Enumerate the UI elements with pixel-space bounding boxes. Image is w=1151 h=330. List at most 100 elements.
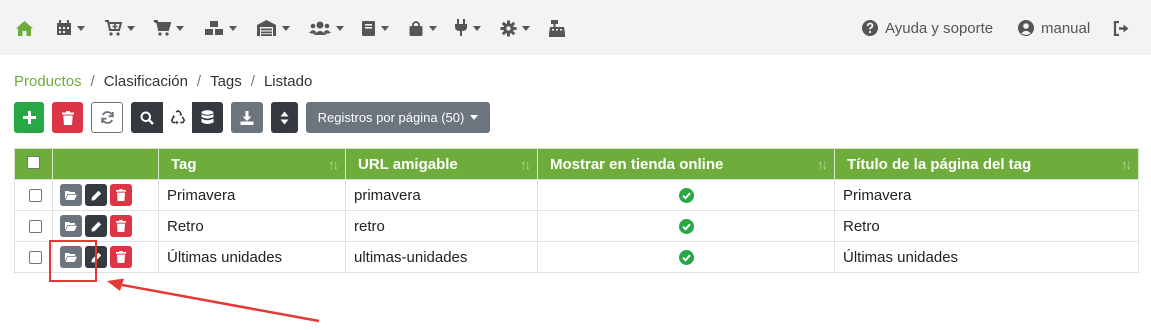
- column-header-tag[interactable]: Tag ↑↓: [158, 148, 346, 180]
- users-icon: [309, 21, 331, 35]
- online-cell: [537, 179, 835, 211]
- cog-icon: [500, 20, 517, 36]
- contacts-menu[interactable]: [309, 18, 344, 38]
- records-per-page-dropdown[interactable]: Registros por página (50): [306, 102, 490, 133]
- sort-arrows-icon: ↑↓: [328, 157, 339, 172]
- column-header-url[interactable]: URL amigable ↑↓: [345, 148, 538, 180]
- view-button[interactable]: [60, 215, 82, 237]
- table-header-row: Tag ↑↓ URL amigable ↑↓ Mostrar en tienda…: [14, 148, 1139, 180]
- plus-icon: [22, 111, 36, 124]
- plugins-menu[interactable]: [454, 18, 481, 38]
- check-circle-icon: [678, 249, 694, 265]
- chevron-down-icon: [229, 25, 237, 31]
- user-menu[interactable]: manual: [1018, 17, 1090, 39]
- question-circle-icon: [862, 20, 878, 36]
- breadcrumb-separator: /: [196, 73, 202, 90]
- help-link[interactable]: Ayuda y soporte: [862, 17, 993, 39]
- tags-table: Tag ↑↓ URL amigable ↑↓ Mostrar en tienda…: [14, 148, 1139, 273]
- table-row: Primavera primavera Primavera: [14, 179, 1139, 211]
- add-button[interactable]: [14, 102, 44, 133]
- sort-arrows-icon: ↑↓: [817, 157, 828, 172]
- url-cell: primavera: [345, 179, 538, 211]
- breadcrumb-products[interactable]: Productos: [14, 73, 82, 90]
- trash-icon: [116, 220, 126, 232]
- url-cell: retro: [345, 210, 538, 242]
- shopping-bag-icon: [409, 20, 423, 36]
- breadcrumb: Productos / Clasificación / Tags / Lista…: [14, 73, 312, 90]
- stock-menu[interactable]: [204, 18, 237, 38]
- column-header-label: Tag: [171, 155, 197, 173]
- select-all-checkbox[interactable]: [27, 155, 40, 169]
- refresh-button[interactable]: [91, 102, 123, 133]
- top-navbar: Ayuda y soporte manual: [0, 0, 1151, 55]
- breadcrumb-separator: /: [90, 73, 95, 90]
- accounting-menu[interactable]: [361, 18, 389, 38]
- download-button[interactable]: [231, 102, 263, 133]
- book-icon: [362, 20, 375, 36]
- edit-button[interactable]: [85, 184, 107, 206]
- check-circle-icon: [678, 187, 694, 203]
- settings-menu[interactable]: [500, 18, 530, 38]
- database-button[interactable]: [192, 102, 223, 133]
- row-actions-cell: [52, 210, 159, 242]
- pos-menu[interactable]: [548, 18, 566, 38]
- chevron-down-icon: [473, 25, 481, 31]
- chevron-down-icon: [127, 25, 135, 31]
- view-button[interactable]: [60, 184, 82, 206]
- pencil-icon: [91, 221, 101, 231]
- url-cell: ultimas-unidades: [345, 241, 538, 273]
- row-checkbox[interactable]: [29, 220, 42, 234]
- purchase-menu[interactable]: [104, 18, 135, 38]
- refresh-icon: [100, 111, 114, 124]
- delete-row-button[interactable]: [110, 246, 132, 268]
- plug-icon: [455, 19, 467, 36]
- chevron-down-icon: [176, 25, 184, 31]
- logout-button[interactable]: [1113, 17, 1130, 39]
- chevron-down-icon: [381, 25, 389, 31]
- chevron-down-icon: [282, 25, 290, 31]
- download-icon: [240, 110, 254, 125]
- row-checkbox[interactable]: [29, 189, 42, 203]
- actions-header: [52, 148, 159, 180]
- recycle-button[interactable]: [163, 102, 192, 133]
- trash-icon: [61, 110, 74, 125]
- online-cell: [537, 241, 835, 273]
- row-select-cell: [14, 210, 53, 242]
- tag-cell: Primavera: [158, 179, 346, 211]
- user-circle-icon: [1018, 20, 1034, 36]
- sort-button[interactable]: [271, 102, 298, 133]
- sort-arrows-icon: ↑↓: [520, 157, 531, 172]
- row-select-cell: [14, 241, 53, 273]
- breadcrumb-listing: Listado: [263, 73, 313, 90]
- calendar-menu[interactable]: [56, 18, 85, 38]
- delete-button[interactable]: [52, 102, 83, 133]
- column-header-label: Título de la página del tag: [847, 155, 1032, 173]
- trash-icon: [116, 189, 126, 201]
- breadcrumb-classification: Clasificación: [103, 73, 188, 90]
- delete-row-button[interactable]: [110, 184, 132, 206]
- online-cell: [537, 210, 835, 242]
- breadcrumb-tags: Tags: [210, 73, 242, 90]
- column-header-page-title[interactable]: Título de la página del tag ↑↓: [834, 148, 1139, 180]
- chevron-down-icon: [77, 25, 85, 31]
- shop-menu[interactable]: [408, 18, 437, 38]
- chevron-down-icon: [470, 115, 479, 120]
- cart-icon: [153, 20, 171, 36]
- annotation-highlight-box: [49, 240, 97, 282]
- check-circle-icon: [678, 218, 694, 234]
- recycle-icon: [170, 110, 185, 125]
- boxes-icon: [205, 21, 223, 35]
- row-actions-cell: [52, 179, 159, 211]
- column-header-label: Mostrar en tienda online: [550, 155, 724, 173]
- row-checkbox[interactable]: [29, 251, 42, 265]
- page-title-cell: Retro: [834, 210, 1139, 242]
- tag-cell: Últimas unidades: [158, 241, 346, 273]
- warehouse-menu[interactable]: [256, 18, 290, 38]
- edit-button[interactable]: [85, 215, 107, 237]
- search-button[interactable]: [131, 102, 163, 133]
- column-header-online[interactable]: Mostrar en tienda online ↑↓: [537, 148, 835, 180]
- sales-menu[interactable]: [153, 18, 184, 38]
- database-icon: [201, 110, 214, 124]
- delete-row-button[interactable]: [110, 215, 132, 237]
- home-icon[interactable]: [15, 18, 34, 38]
